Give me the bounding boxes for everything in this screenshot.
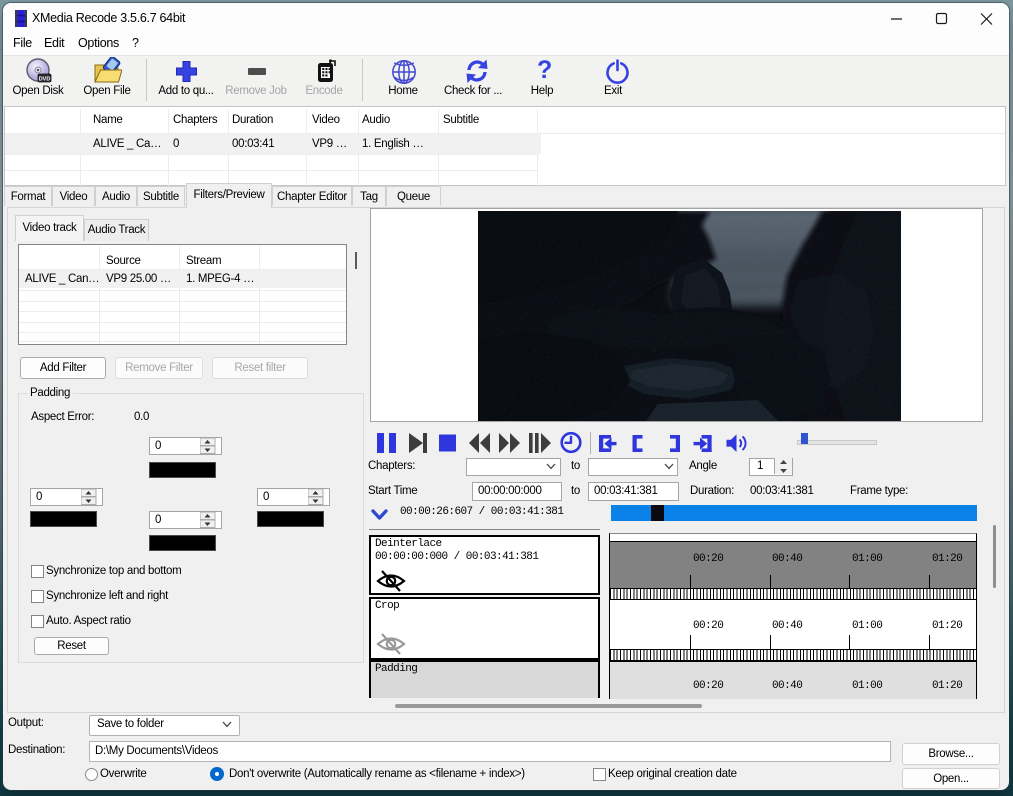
svg-text:DVD: DVD [39, 77, 51, 83]
